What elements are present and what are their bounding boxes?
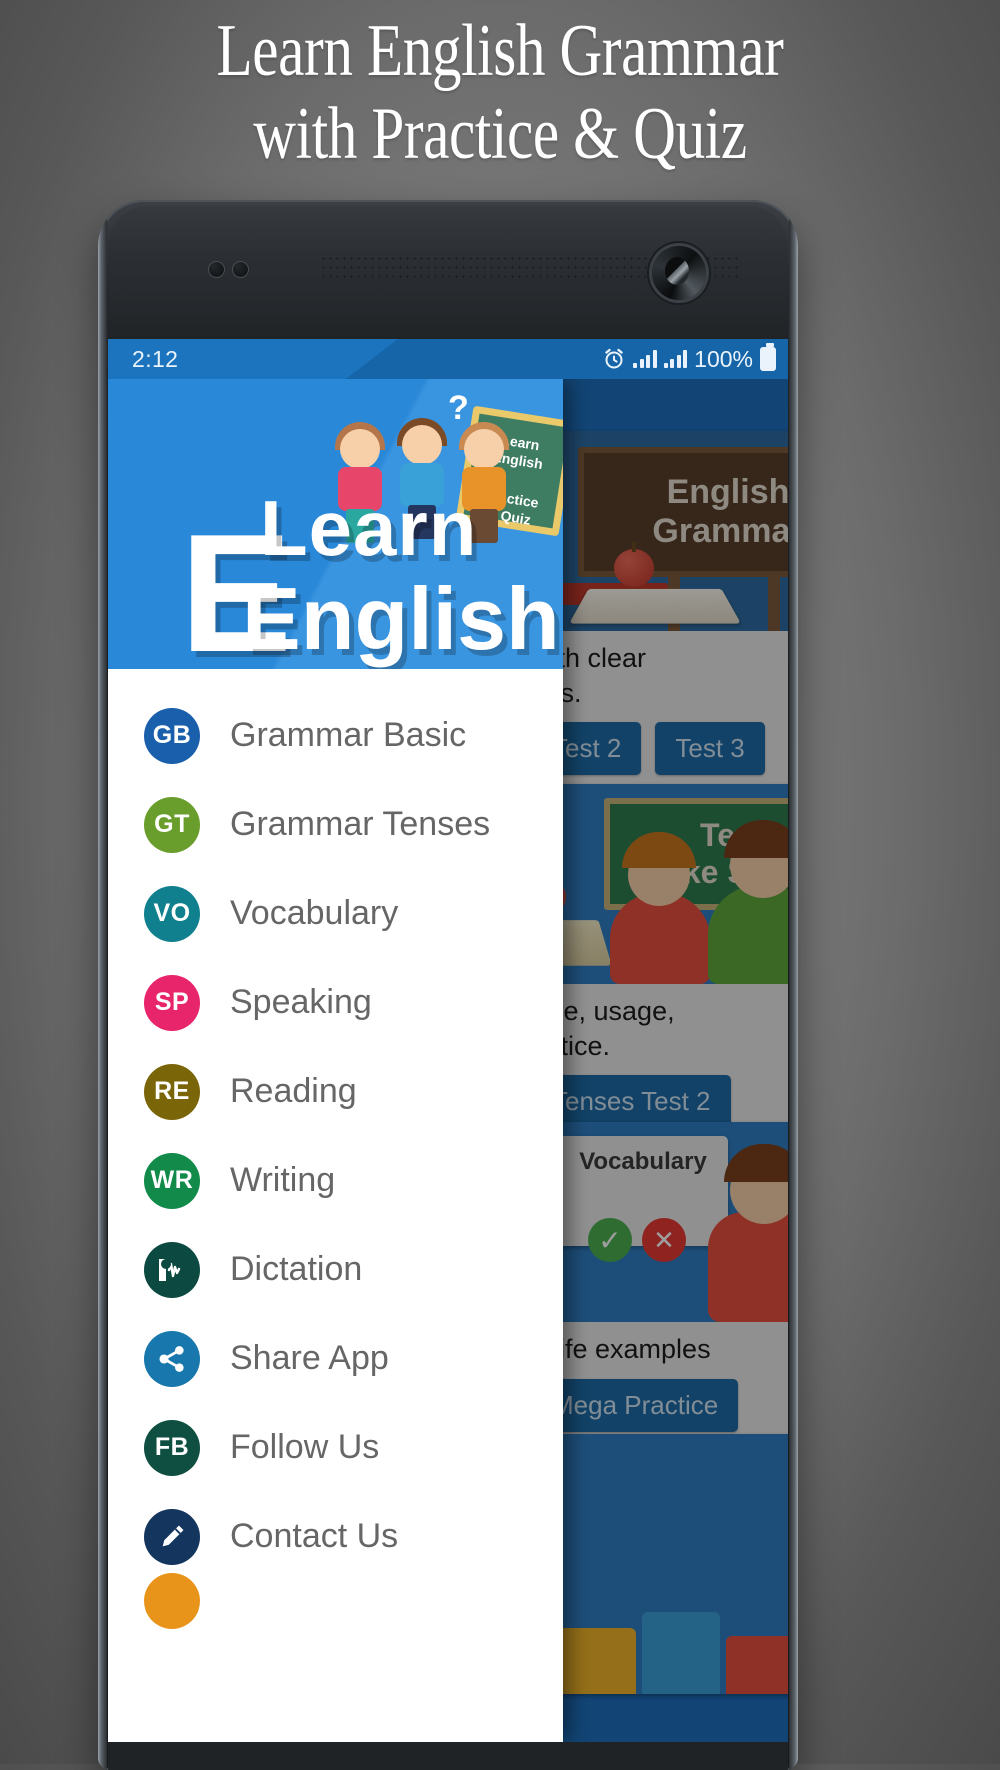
drawer-item-label: Share App	[230, 1339, 389, 1377]
status-clock: 2:12	[132, 345, 179, 372]
navigation-drawer: ? Learn English Practice & Quiz E Learn …	[108, 379, 563, 1742]
share-icon	[144, 1330, 200, 1387]
drawer-item-vocabulary[interactable]: VO Vocabulary	[108, 869, 563, 958]
drawer-header: ? Learn English Practice & Quiz E Learn …	[108, 379, 563, 669]
phone-mockup: 2:12 100% English Grammar	[98, 200, 798, 1770]
drawer-item-more[interactable]	[108, 1573, 563, 1629]
drawer-item-writing[interactable]: WR Writing	[108, 1136, 563, 1225]
drawer-item-contact-us[interactable]: Contact Us	[108, 1492, 563, 1581]
drawer-item-label: Reading	[230, 1072, 357, 1110]
drawer-scrim[interactable]	[563, 379, 788, 1742]
drawer-item-grammar-tenses[interactable]: GT Grammar Tenses	[108, 780, 563, 869]
drawer-item-speaking[interactable]: SP Speaking	[108, 958, 563, 1047]
writing-initials-icon: WR	[144, 1152, 200, 1209]
speaking-initials-icon: SP	[144, 974, 200, 1031]
drawer-item-reading[interactable]: RE Reading	[108, 1047, 563, 1136]
drawer-menu: GB Grammar Basic GT Grammar Tenses VO Vo…	[108, 669, 563, 1742]
microphone-waveform-icon	[144, 1241, 200, 1298]
circle-icon	[144, 1573, 200, 1629]
drawer-item-share-app[interactable]: Share App	[108, 1314, 563, 1403]
status-icons: 100%	[602, 343, 776, 373]
drawer-item-label: Vocabulary	[230, 894, 399, 932]
drawer-item-label: Contact Us	[230, 1517, 399, 1555]
follow-us-initials-icon: FB	[144, 1419, 200, 1476]
drawer-item-label: Speaking	[230, 983, 372, 1021]
drawer-item-grammar-basic[interactable]: GB Grammar Basic	[108, 691, 563, 780]
phone-top-bezel	[108, 206, 788, 339]
drawer-item-label: Dictation	[230, 1250, 363, 1288]
headline-line-2: with Practice & Quiz	[253, 92, 747, 175]
reading-initials-icon: RE	[144, 1063, 200, 1120]
drawer-item-label: Grammar Basic	[230, 716, 467, 754]
vocabulary-initials-icon: VO	[144, 885, 200, 942]
question-mark-icon: ?	[448, 389, 469, 427]
phone-bottom-chin	[108, 1742, 788, 1770]
drawer-item-label: Follow Us	[230, 1428, 380, 1466]
drawer-item-follow-us[interactable]: FB Follow Us	[108, 1403, 563, 1492]
logo-word-learn: Learn	[260, 484, 478, 573]
drawer-item-label: Writing	[230, 1161, 336, 1199]
pencil-icon	[144, 1508, 200, 1565]
signal-bars-icon-2	[663, 350, 688, 368]
battery-percent: 100%	[694, 345, 753, 372]
signal-bars-icon	[633, 350, 657, 368]
proximity-sensor-icon	[208, 261, 225, 278]
grammar-basic-initials-icon: GB	[144, 707, 200, 764]
drawer-item-dictation[interactable]: Dictation	[108, 1225, 563, 1314]
alarm-icon	[605, 348, 623, 369]
logo-word-english: English	[242, 568, 560, 668]
battery-icon	[760, 343, 776, 371]
phone-screen: 2:12 100% English Grammar	[108, 339, 788, 1742]
front-camera-icon	[652, 246, 706, 300]
headline-line-1: Learn English Grammar	[216, 10, 784, 92]
drawer-item-label: Grammar Tenses	[230, 805, 491, 843]
grammar-tenses-initials-icon: GT	[144, 796, 200, 853]
status-bar: 2:12 100%	[108, 339, 788, 379]
light-sensor-icon	[232, 261, 249, 278]
page-title: Learn English Grammar with Practice & Qu…	[100, 10, 900, 176]
